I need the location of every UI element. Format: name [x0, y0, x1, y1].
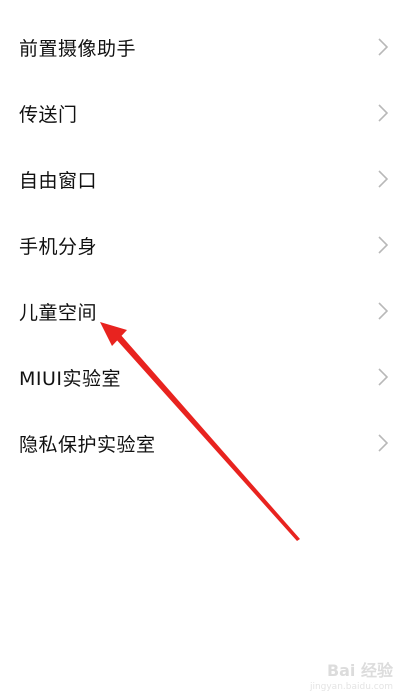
settings-item-front-camera-assistant[interactable]: 前置摄像助手	[0, 14, 401, 80]
settings-item-label: 手机分身	[19, 235, 98, 258]
watermark-subtitle: jingyan.baidu.com	[309, 682, 393, 692]
settings-item-label: 自由窗口	[19, 169, 98, 192]
baidu-jingyan-watermark: Bai 经验 jingyan.baidu.com	[273, 661, 393, 693]
settings-item-label: 儿童空间	[19, 301, 98, 324]
chevron-right-icon	[378, 368, 388, 386]
chevron-right-icon	[378, 302, 388, 320]
chevron-right-icon	[378, 170, 388, 188]
settings-item-miui-lab[interactable]: MIUI实验室	[0, 344, 401, 410]
settings-item-privacy-lab[interactable]: 隐私保护实验室	[0, 410, 401, 476]
settings-list: 前置摄像助手 传送门 自由窗口 手机分身 儿童空间 MIUI实验室 隐私保护实验…	[0, 14, 401, 476]
chevron-right-icon	[378, 104, 388, 122]
settings-item-label: 前置摄像助手	[19, 37, 137, 60]
chevron-right-icon	[378, 38, 388, 56]
settings-item-kids-space[interactable]: 儿童空间	[0, 278, 401, 344]
chevron-right-icon	[378, 236, 388, 254]
watermark-logo: Bai 经验	[326, 661, 393, 680]
settings-item-second-space[interactable]: 手机分身	[0, 212, 401, 278]
settings-item-label: 隐私保护实验室	[19, 433, 156, 456]
settings-item-portal[interactable]: 传送门	[0, 80, 401, 146]
settings-item-label: MIUI实验室	[19, 367, 122, 390]
settings-item-free-window[interactable]: 自由窗口	[0, 146, 401, 212]
chevron-right-icon	[378, 434, 388, 452]
settings-item-label: 传送门	[19, 103, 78, 126]
